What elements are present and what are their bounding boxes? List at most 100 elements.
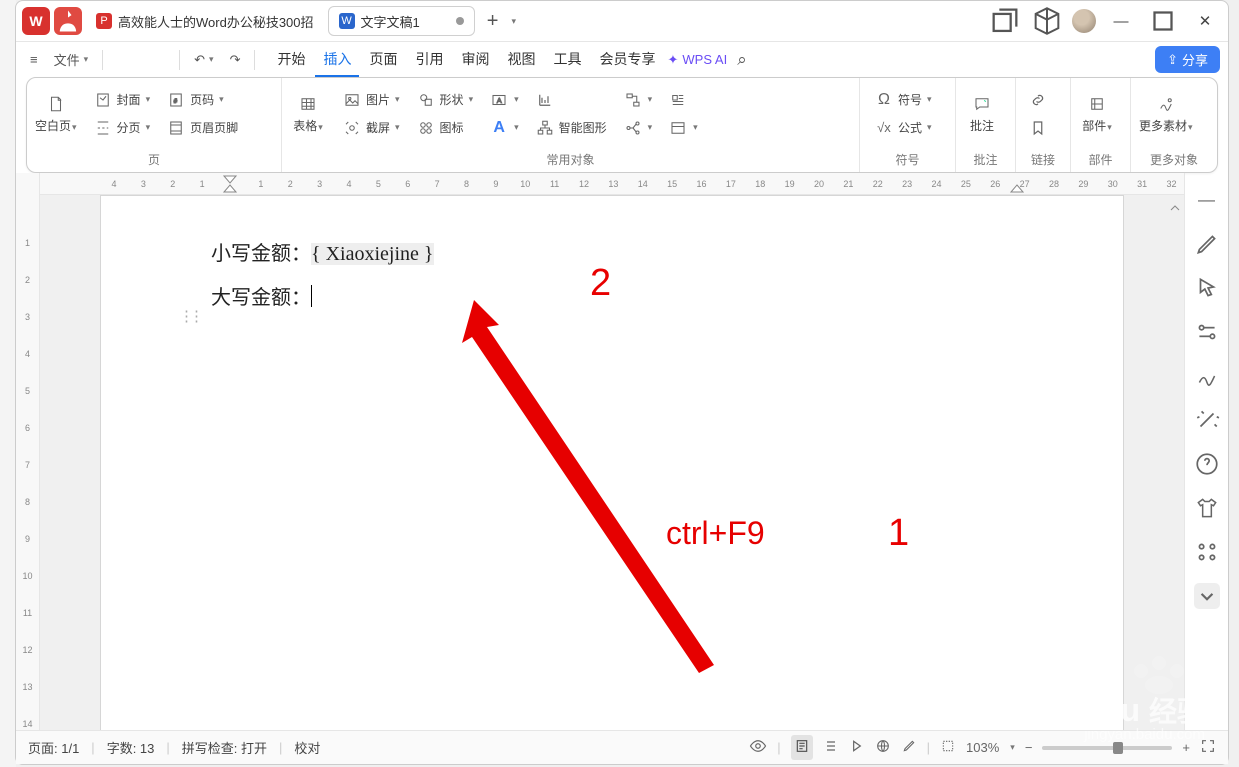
view-page-icon[interactable] (791, 735, 813, 760)
textbox-icon: A (489, 90, 509, 110)
menu-tools[interactable]: 工具 (545, 43, 589, 77)
file-menu[interactable]: 文件▾ (48, 46, 95, 73)
symbol-button[interactable]: Ω符号▾ (868, 87, 938, 113)
cover-button[interactable]: 封面▾ (87, 87, 157, 113)
eye-icon[interactable] (749, 737, 767, 758)
wps-home-icon[interactable] (54, 7, 82, 35)
search-icon[interactable]: ⌕ (731, 46, 753, 74)
chart-button[interactable] (529, 87, 613, 113)
rail-shirt-icon[interactable] (1194, 495, 1220, 521)
main-menu: 开始 插入 页面 引用 审阅 视图 工具 会员专享 (269, 43, 663, 77)
redo-icon[interactable]: ↷ (224, 48, 247, 72)
rail-expand-icon[interactable] (1194, 583, 1220, 609)
multiwin-icon[interactable] (988, 7, 1022, 35)
doc-line-1: 小写金额：{ Xiaoxiejine } (211, 232, 1013, 276)
wps-logo-icon[interactable]: W (22, 7, 50, 35)
page-break-button[interactable]: 分页▾ (87, 115, 157, 141)
rail-grid-icon[interactable] (1194, 539, 1220, 565)
cloud-sync-icon[interactable] (1135, 56, 1147, 64)
zoom-in-button[interactable]: + (1182, 740, 1190, 755)
icons-button[interactable]: 图标 (410, 115, 480, 141)
equation-button[interactable]: √x公式▾ (868, 115, 938, 141)
header-footer-button[interactable]: 页眉页脚 (160, 115, 244, 141)
picture-button[interactable]: 图片▾ (336, 87, 406, 113)
object-icon (668, 118, 688, 138)
new-tab-button[interactable]: + (479, 10, 507, 33)
print-icon[interactable] (143, 56, 155, 64)
fit-icon[interactable] (940, 738, 956, 757)
print-preview-icon[interactable] (159, 56, 171, 64)
menu-toggle-icon[interactable]: ≡ (24, 48, 44, 71)
view-outline-icon[interactable] (823, 738, 839, 757)
svg-text:#: # (174, 99, 178, 105)
ribbon: 空白页▾ 封面▾ 分页▾ #页码▾ 页眉页脚 页 (26, 77, 1218, 173)
zoom-value[interactable]: 103% (966, 740, 999, 755)
more-materials-button[interactable]: 更多素材▾ (1131, 78, 1201, 149)
smartart-button[interactable]: 智能图形 (529, 115, 613, 141)
view-web-icon[interactable] (875, 738, 891, 757)
cube-icon[interactable] (1030, 7, 1064, 35)
maximize-button[interactable] (1146, 7, 1180, 35)
status-spellcheck[interactable]: 拼写检查: 打开 (182, 738, 267, 757)
minimize-button[interactable]: — (1104, 7, 1138, 35)
shapes-button[interactable]: 形状▾ (410, 87, 480, 113)
menu-review[interactable]: 审阅 (453, 43, 497, 77)
indent-marker-right-icon[interactable] (1010, 175, 1024, 193)
mindmap-button[interactable]: ▾ (617, 115, 659, 141)
parts-icon (1087, 94, 1107, 114)
text-cursor (311, 285, 312, 307)
menu-page[interactable]: 页面 (361, 43, 405, 77)
menu-reference[interactable]: 引用 (407, 43, 451, 77)
share-button[interactable]: ⇪ 分享 (1155, 46, 1220, 73)
flowchart-button[interactable]: ▾ (617, 87, 659, 113)
blank-page-button[interactable]: 空白页▾ (27, 78, 85, 149)
export-icon[interactable] (127, 56, 139, 64)
status-wordcount[interactable]: 字数: 13 (107, 738, 155, 757)
document-tab-1[interactable]: P 高效能人士的Word办公秘技300招 (86, 6, 324, 36)
zoom-slider[interactable] (1042, 746, 1172, 750)
rail-settings-icon[interactable] (1194, 319, 1220, 345)
page-number-button[interactable]: #页码▾ (160, 87, 244, 113)
rail-help-icon[interactable] (1194, 451, 1220, 477)
modified-dot-icon (456, 17, 464, 25)
save-icon[interactable] (111, 56, 123, 64)
menu-insert[interactable]: 插入 (315, 43, 359, 77)
fullscreen-icon[interactable] (1200, 738, 1216, 757)
document-page[interactable]: ⋮⋮ 小写金额：{ Xiaoxiejine } 大写金额： (100, 195, 1124, 730)
status-page[interactable]: 页面: 1/1 (28, 738, 79, 757)
menu-member[interactable]: 会员专享 (591, 43, 663, 77)
view-pen-icon[interactable] (901, 738, 917, 757)
object-button[interactable]: ▾ (662, 115, 704, 141)
rail-magic-icon[interactable] (1194, 407, 1220, 433)
scroll-up-icon[interactable] (1169, 201, 1181, 213)
zoom-out-button[interactable]: − (1025, 740, 1033, 755)
close-button[interactable]: ✕ (1188, 7, 1222, 35)
quick-access-bar: ≡ 文件▾ ↶▾ ↷ 开始 插入 页面 引用 审阅 视图 工具 会员专享 ✦ W… (16, 41, 1228, 77)
dropcap-button[interactable] (662, 87, 704, 113)
status-proof[interactable]: 校对 (294, 738, 320, 757)
bookmark-button[interactable] (1022, 115, 1054, 141)
mindmap-icon (623, 118, 643, 138)
rail-cursor-icon[interactable] (1194, 275, 1220, 301)
document-tab-2[interactable]: W 文字文稿1 (328, 6, 475, 36)
paragraph-anchor-icon[interactable]: ⋮⋮ (179, 301, 199, 334)
wps-ai-button[interactable]: ✦ WPS AI (667, 52, 727, 68)
textbox-button[interactable]: A▾ (483, 87, 525, 113)
rail-relax-icon[interactable] (1194, 363, 1220, 389)
rail-pen-icon[interactable] (1194, 231, 1220, 257)
tab-label: 高效能人士的Word办公秘技300招 (118, 12, 314, 31)
menu-start[interactable]: 开始 (269, 43, 313, 77)
view-read-icon[interactable] (849, 738, 865, 757)
wordart-button[interactable]: A▾ (483, 115, 525, 141)
tab-list-dropdown-icon[interactable]: ▾ (511, 16, 516, 27)
comment-button[interactable]: 批注 (956, 78, 1008, 149)
screenshot-button[interactable]: 截屏▾ (336, 115, 406, 141)
avatar[interactable] (1072, 9, 1096, 33)
rail-minus-icon[interactable]: — (1194, 187, 1220, 213)
table-button[interactable]: 表格▾ (282, 78, 334, 149)
hyperlink-button[interactable] (1022, 87, 1054, 113)
indent-marker-left-icon[interactable] (223, 175, 237, 193)
menu-view[interactable]: 视图 (499, 43, 543, 77)
parts-button[interactable]: 部件▾ (1071, 78, 1123, 149)
undo-icon[interactable]: ↶▾ (188, 48, 219, 72)
